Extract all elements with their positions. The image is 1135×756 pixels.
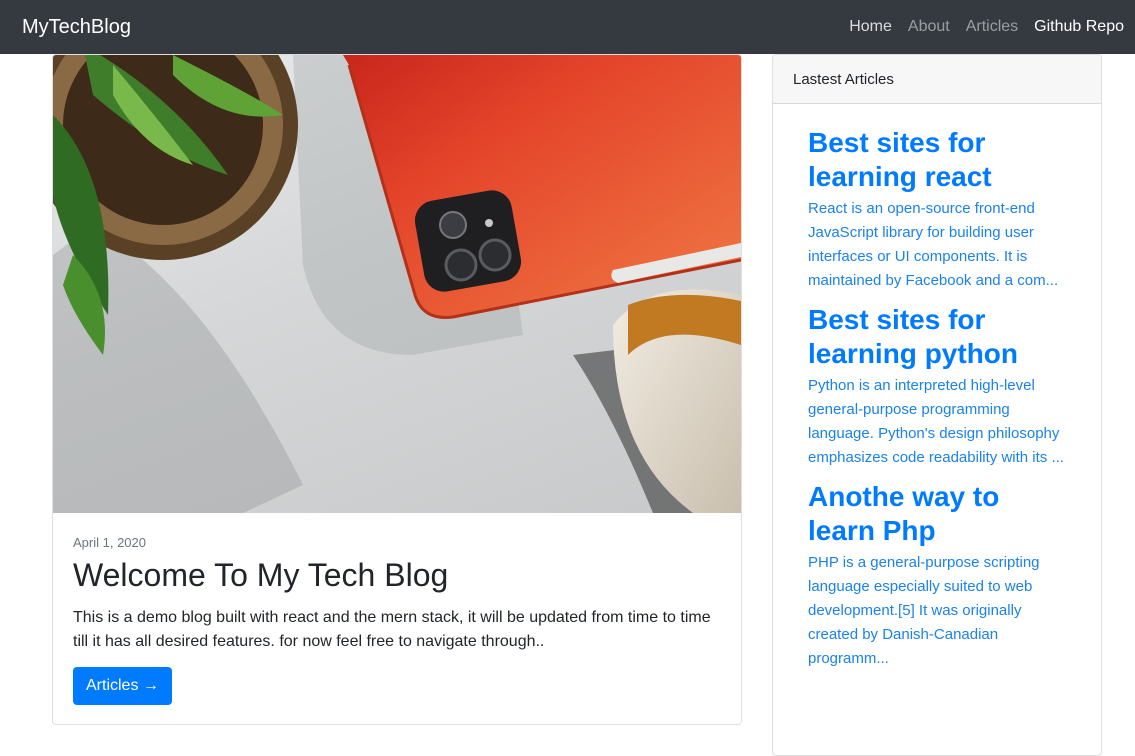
latest-articles-sidebar: Lastest Articles Best sites for learning… <box>772 54 1102 756</box>
featured-post-body: April 1, 2020 Welcome To My Tech Blog Th… <box>73 533 723 705</box>
article-excerpt: React is an open-source front-end JavaSc… <box>808 200 1059 289</box>
featured-post-image <box>53 55 741 513</box>
nav-links: Home About Articles Github Repo <box>833 16 1124 38</box>
nav-about-link[interactable]: About <box>908 16 950 38</box>
latest-articles-list: Best sites for learning react React is a… <box>773 104 1070 671</box>
desk-photo-illustration <box>53 55 741 513</box>
sidebar-header: Lastest Articles <box>773 55 1101 104</box>
post-summary: This is a demo blog built with react and… <box>73 609 711 650</box>
post-date: April 1, 2020 <box>73 535 146 550</box>
article-excerpt: PHP is a general-purpose scripting langu… <box>808 554 1040 667</box>
article-link-python[interactable]: Best sites for learning python Python is… <box>808 303 1070 470</box>
nav-articles-link[interactable]: Articles <box>966 16 1018 38</box>
article-link-php[interactable]: Anothe way to learn Php PHP is a general… <box>808 480 1070 671</box>
featured-post-card: April 1, 2020 Welcome To My Tech Blog Th… <box>52 54 742 725</box>
nav-github-repo-link[interactable]: Github Repo <box>1034 16 1124 38</box>
article-excerpt: Python is an interpreted high-level gene… <box>808 377 1064 466</box>
article-title: Best sites for learning python <box>808 304 1018 369</box>
nav-home-link[interactable]: Home <box>849 16 892 38</box>
article-link-react[interactable]: Best sites for learning react React is a… <box>808 126 1070 293</box>
top-navbar: MyTechBlog Home About Articles Github Re… <box>0 0 1135 54</box>
article-title: Best sites for learning react <box>808 127 992 192</box>
article-title: Anothe way to learn Php <box>808 481 1000 546</box>
articles-button[interactable]: Articles → <box>73 667 172 705</box>
brand-link[interactable]: MyTechBlog <box>22 14 131 40</box>
post-title: Welcome To My Tech Blog <box>73 557 449 593</box>
